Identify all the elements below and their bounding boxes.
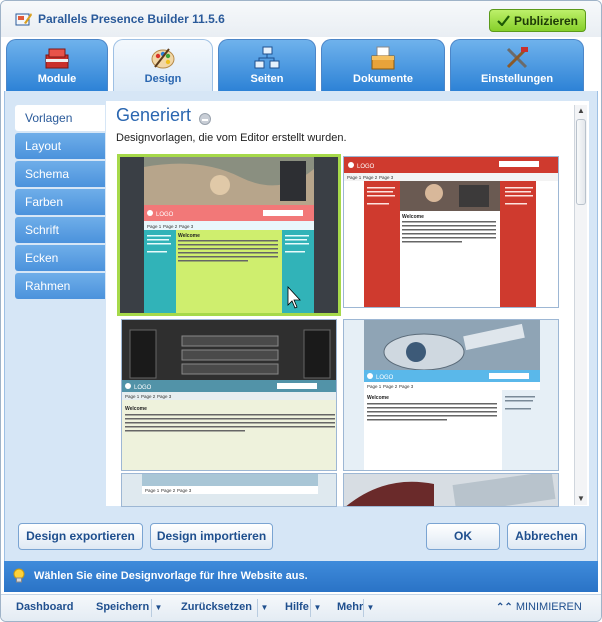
template-nav-item: Page 2 [163, 224, 178, 229]
design-content: Vorlagen Layout Schema Farben Schrift Ec… [4, 91, 598, 561]
template-logo: LOGO [357, 164, 375, 170]
sidebar-item-schema[interactable]: Schema [15, 161, 105, 187]
app-title: Parallels Presence Builder 11.5.6 [38, 12, 225, 26]
lightbulb-icon [13, 568, 25, 583]
template-thumbnail[interactable]: LOGO Page 1 Page 2 Page 3 Welcome [121, 319, 337, 471]
app-logo-icon [15, 13, 32, 26]
tab-label: Dokumente [353, 73, 413, 85]
sidebar-item-vorlagen[interactable]: Vorlagen [15, 105, 105, 131]
template-welcome: Welcome [402, 214, 424, 220]
cancel-button[interactable]: Abbrechen [507, 523, 586, 550]
save-dropdown-chevron-icon[interactable]: ▼ [151, 599, 165, 617]
template-nav-item: Page 1 [367, 384, 382, 389]
footer-bar: Dashboard Speichern ▼ Zurücksetzen ▼ Hil… [1, 594, 601, 621]
template-logo: LOGO [156, 212, 174, 218]
tab-label: Seiten [250, 73, 284, 85]
hint-text: Wählen Sie eine Designvorlage für Ihre W… [34, 570, 308, 582]
template-nav-item: Page 3 [399, 384, 414, 389]
template-thumbnail[interactable]: LOGO Page 1 Page 2 Page 3 Welcome [343, 156, 559, 308]
reset-button[interactable]: Zurücksetzen [181, 601, 252, 613]
export-design-button[interactable]: Design exportieren [18, 523, 143, 550]
template-nav-item: Page 2 [383, 384, 398, 389]
tab-design[interactable]: Design [113, 39, 213, 93]
template-nav-item: Page 2 [363, 175, 378, 180]
template-thumbnail[interactable]: Page 1 Page 2 Page 3 [121, 473, 337, 507]
template-preview: Page 1 Page 2 Page 3 [122, 474, 336, 506]
template-nav-item: Page 1 [145, 488, 160, 493]
templates-scrollbar[interactable]: ▲ ▼ [574, 105, 587, 505]
help-dropdown-chevron-icon[interactable]: ▼ [310, 599, 324, 617]
tab-einstellungen[interactable]: Einstellungen [450, 39, 584, 91]
import-design-button[interactable]: Design importieren [150, 523, 273, 550]
sidebar-item-farben[interactable]: Farben [15, 189, 105, 215]
tab-seiten[interactable]: Seiten [218, 39, 316, 91]
dashboard-link[interactable]: Dashboard [16, 601, 73, 613]
minimize-button[interactable]: ⌃⌃ MINIMIEREN [496, 601, 582, 613]
sidebar-item-rahmen[interactable]: Rahmen [15, 273, 105, 299]
sidebar-item-schrift[interactable]: Schrift [15, 217, 105, 243]
template-nav-item: Page 3 [157, 394, 172, 399]
tab-label: Einstellungen [480, 73, 554, 85]
template-preview: LOGO Page 1 Page 2 Page 3 Welcome [344, 157, 558, 307]
template-nav-item: Page 1 [147, 224, 162, 229]
template-nav-item: Page 3 [179, 224, 194, 229]
sidebar-item-ecken[interactable]: Ecken [15, 245, 105, 271]
ok-button[interactable]: OK [426, 523, 500, 550]
hint-bar: Wählen Sie eine Designvorlage für Ihre W… [4, 561, 598, 592]
main-tabs: Module Design Seiten Dokumente Einstellu… [1, 39, 601, 93]
tools-icon [506, 47, 528, 69]
double-chevron-up-icon: ⌃⌃ [496, 602, 513, 613]
scroll-down-arrow-icon[interactable]: ▼ [575, 493, 587, 505]
bricks-icon [45, 48, 69, 69]
template-logo: LOGO [376, 375, 394, 381]
title-bar: Parallels Presence Builder 11.5.6 Publiz… [1, 1, 601, 37]
save-button[interactable]: Speichern [96, 601, 149, 613]
tab-module[interactable]: Module [6, 39, 108, 91]
template-thumbnail[interactable] [343, 473, 559, 507]
template-preview: LOGO Page 1 Page 2 Page 3 Welcome [344, 320, 558, 470]
sidebar-item-layout[interactable]: Layout [15, 133, 105, 159]
reset-dropdown-chevron-icon[interactable]: ▼ [257, 599, 271, 617]
templates-panel: Generiert Designvorlagen, die vom Editor… [106, 101, 589, 507]
template-welcome: Welcome [125, 406, 147, 412]
help-button[interactable]: Hilfe [285, 601, 309, 613]
template-nav-item: Page 3 [177, 488, 192, 493]
check-icon [497, 15, 510, 26]
template-preview: LOGO Page 1 Page 2 Page 3 Welcome [122, 320, 336, 470]
template-nav-item: Page 2 [161, 488, 176, 493]
template-welcome: Welcome [367, 395, 389, 401]
template-welcome: Welcome [178, 233, 200, 239]
panel-title: Generiert [116, 105, 192, 125]
publish-button[interactable]: Publizieren [489, 9, 586, 32]
scroll-up-arrow-icon[interactable]: ▲ [575, 105, 587, 117]
template-preview [344, 474, 558, 506]
sitemap-icon [254, 46, 280, 69]
template-thumbnail[interactable]: LOGO Page 1 Page 2 Page 3 Welcome [343, 319, 559, 471]
tab-label: Module [37, 73, 77, 85]
template-thumbnail[interactable]: LOGO Page 1 Page 2 Page 3 Welcome [117, 154, 341, 316]
collapse-icon[interactable] [199, 113, 211, 125]
template-logo: LOGO [134, 385, 152, 391]
template-nav-item: Page 1 [347, 175, 362, 180]
documents-box-icon [371, 46, 395, 70]
more-dropdown-chevron-icon[interactable]: ▼ [363, 599, 377, 617]
template-nav-item: Page 3 [379, 175, 394, 180]
template-nav-item: Page 2 [141, 394, 156, 399]
template-nav-item: Page 1 [125, 394, 140, 399]
scroll-thumb[interactable] [576, 119, 586, 205]
panel-description: Designvorlagen, die vom Editor erstellt … [116, 132, 347, 144]
tab-dokumente[interactable]: Dokumente [321, 39, 445, 91]
minimize-label: MINIMIEREN [515, 601, 582, 613]
more-button[interactable]: Mehr [337, 601, 363, 613]
tab-label: Design [144, 73, 182, 85]
publish-label: Publizieren [513, 13, 578, 28]
palette-icon [151, 48, 175, 69]
template-preview: LOGO Page 1 Page 2 Page 3 Welcome [120, 157, 338, 313]
design-sidebar: Vorlagen Layout Schema Farben Schrift Ec… [15, 105, 105, 301]
app-window: Parallels Presence Builder 11.5.6 Publiz… [0, 0, 602, 622]
